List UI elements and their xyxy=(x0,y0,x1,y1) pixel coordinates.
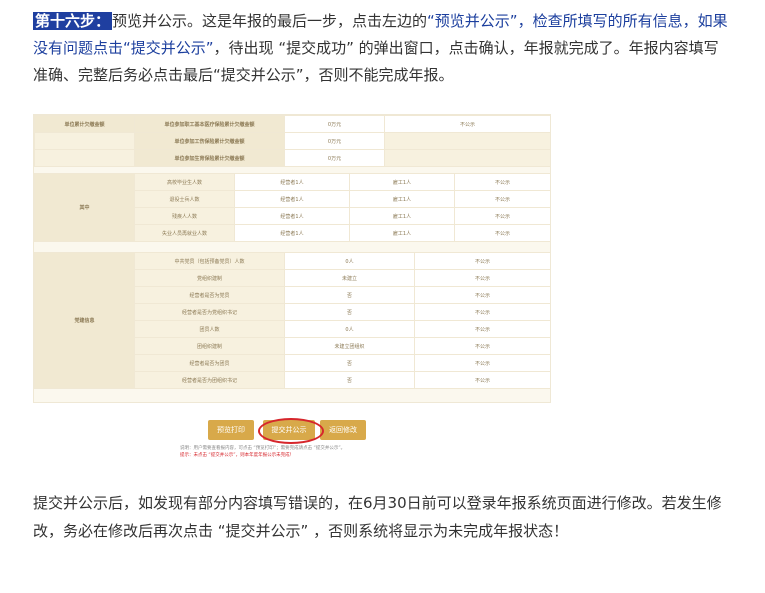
row-value: 否 xyxy=(284,303,415,321)
row-value: 0万元 xyxy=(284,132,385,150)
action-button-row: 预览打印 提交并公示 返回修改 xyxy=(33,418,549,444)
row-note: 不公示 xyxy=(414,303,550,321)
group-label: 其中 xyxy=(34,173,135,242)
row-label: 残疾人人数 xyxy=(134,207,235,225)
row-value: 0人 xyxy=(284,320,415,338)
row-label: 单位参加生育保险累计欠缴金额 xyxy=(134,149,285,167)
row-value: 否 xyxy=(284,286,415,304)
row-value: 雇工1人 xyxy=(349,207,455,225)
table-row: 单位累计欠缴金额 单位参加职工基本医疗保险累计欠缴金额 0万元 不公示 xyxy=(34,115,550,133)
row-label: 单位参加工伤保险累计欠缴金额 xyxy=(134,132,285,150)
row-value: 未建立团组织 xyxy=(284,337,415,355)
row-value: 0万元 xyxy=(284,149,385,167)
row-label: 高校毕业生人数 xyxy=(134,173,235,191)
row-value: 经营者1人 xyxy=(234,224,350,242)
row-note: 不公示 xyxy=(454,173,550,191)
row-value: 经营者1人 xyxy=(234,173,350,191)
group-label: 单位累计欠缴金额 xyxy=(34,115,135,133)
group-label xyxy=(34,132,135,150)
row-value: 0万元 xyxy=(284,115,385,133)
row-note: 不公示 xyxy=(454,207,550,225)
row-note: 不公示 xyxy=(414,354,550,372)
row-note: 不公示 xyxy=(454,190,550,208)
row-note xyxy=(384,132,550,150)
row-label: 经营者是否为党组织书记 xyxy=(134,303,285,321)
step-paragraph: 第十六步： 预览并公示。这是年报的最后一步，点击左边的“预览并公示”，检查所填写的… xyxy=(33,8,733,89)
row-value: 否 xyxy=(284,371,415,389)
row-note xyxy=(384,149,550,167)
row-label: 经营者是否为党员 xyxy=(134,286,285,304)
article-page: 第十六步： 预览并公示。这是年报的最后一步，点击左边的“预览并公示”，检查所填写的… xyxy=(0,0,765,593)
row-note: 不公示 xyxy=(454,224,550,242)
back-edit-button[interactable]: 返回修改 xyxy=(320,420,366,440)
insurance-table: 单位累计欠缴金额 单位参加职工基本医疗保险累计欠缴金额 0万元 不公示 单位参加… xyxy=(34,115,550,167)
followup-paragraph: 提交并公示后，如发现有部分内容填写错误的，在6月30日前可以登录年报系统页面进行… xyxy=(33,494,722,540)
step-label: 第十六步： xyxy=(33,12,113,30)
row-label: 党组织建制 xyxy=(134,269,285,287)
row-note: 不公示 xyxy=(384,115,550,133)
row-value: 0人 xyxy=(284,252,415,270)
table-row: 单位参加生育保险累计欠缴金额 0万元 xyxy=(34,149,550,167)
row-value: 经营者1人 xyxy=(234,190,350,208)
row-note: 不公示 xyxy=(414,252,550,270)
row-value: 雇工1人 xyxy=(349,173,455,191)
row-value: 雇工1人 xyxy=(349,224,455,242)
submit-publish-button[interactable]: 提交并公示 xyxy=(263,420,315,440)
row-label: 经营者是否为团员 xyxy=(134,354,285,372)
group-label xyxy=(34,149,135,167)
note-line-1: 说明：用户需要查看报内容，可点击 “预览打印”；需要完成请点击 “提交并公示”。 xyxy=(180,446,346,451)
group-label: 党建信息 xyxy=(34,252,135,389)
row-label: 单位参加职工基本医疗保险累计欠缴金额 xyxy=(134,115,285,133)
employment-table: 其中 高校毕业生人数 经营者1人 雇工1人 不公示 退役士兵人数 经营者1人 雇… xyxy=(34,173,550,242)
row-label: 团组织建制 xyxy=(134,337,285,355)
row-label: 退役士兵人数 xyxy=(134,190,235,208)
row-label: 团员人数 xyxy=(134,320,285,338)
row-label: 中共党员（包括预备党员）人数 xyxy=(134,252,285,270)
row-note: 不公示 xyxy=(414,337,550,355)
annual-report-screenshot: 单位累计欠缴金额 单位参加职工基本医疗保险累计欠缴金额 0万元 不公示 单位参加… xyxy=(33,114,551,403)
table-row: 单位参加工伤保险累计欠缴金额 0万元 xyxy=(34,132,550,150)
step-text-a: 预览并公示。这是年报的最后一步，点击左边的 xyxy=(112,12,428,30)
row-note: 不公示 xyxy=(414,269,550,287)
row-note: 不公示 xyxy=(414,320,550,338)
row-note: 不公示 xyxy=(414,371,550,389)
row-label: 经营者是否为团组织书记 xyxy=(134,371,285,389)
row-value: 雇工1人 xyxy=(349,190,455,208)
note-line-2: 提示：未点击 “提交并公示”，则本年度年报公示未完成！ xyxy=(180,453,295,458)
table-row: 党建信息 中共党员（包括预备党员）人数 0人 不公示 xyxy=(34,252,550,389)
table-row: 其中 高校毕业生人数 经营者1人 雇工1人 不公示 xyxy=(34,173,550,242)
row-note: 不公示 xyxy=(414,286,550,304)
party-info-table: 党建信息 中共党员（包括预备党员）人数 0人 不公示 党组织建制 未建立 不公示… xyxy=(34,252,550,389)
row-value: 未建立 xyxy=(284,269,415,287)
row-value: 经营者1人 xyxy=(234,207,350,225)
screenshot-note: 说明：用户需要查看报内容，可点击 “预览打印”；需要完成请点击 “提交并公示”。… xyxy=(180,445,420,459)
row-label: 失业人员再就业人数 xyxy=(134,224,235,242)
row-value: 否 xyxy=(284,354,415,372)
preview-print-button[interactable]: 预览打印 xyxy=(208,420,254,440)
